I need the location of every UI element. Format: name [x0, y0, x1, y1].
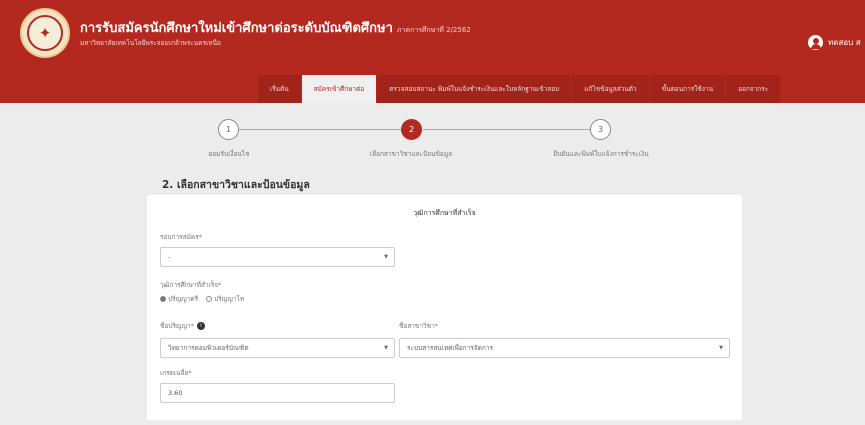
step-1-circle: 1	[218, 119, 239, 140]
info-icon[interactable]: i	[196, 322, 205, 330]
main-nav-tabs: เริ่มต้น สมัครเข้าศึกษาต่อ ตรวจสอบสถานะ …	[258, 75, 782, 103]
step-2-label: เลือกสาขาวิชาและป้อนข้อมูล	[369, 150, 453, 158]
section-title: 2. เลือกสาขาวิชาและป้อนข้อมูล	[162, 179, 310, 191]
major-value: ระบบสารสนเทศเพื่อการจัดการ	[407, 344, 493, 352]
chevron-down-icon: ▼	[384, 254, 388, 260]
user-menu[interactable]: ทดสอบ ส	[808, 35, 861, 50]
radio-unchecked-icon	[206, 296, 213, 302]
step-3-label: ยืนยันและพิมพ์ใบแจ้งการชำระเงิน	[553, 150, 649, 158]
app-header: ✦ การรับสมัครนักศึกษาใหม่เข้าศึกษาต่อระด…	[0, 0, 865, 103]
gpa-label: เกรดเฉลี่ย*	[160, 369, 192, 377]
radio-bachelor[interactable]: ปริญญาตรี	[160, 294, 198, 304]
university-seal-icon: ✦	[20, 8, 70, 58]
major-label: ชื่อสาขาวิชา*	[399, 322, 438, 330]
form-card: วุฒิการศึกษาที่สำเร็จ รอบการสมัคร* - ▼ ว…	[147, 195, 742, 420]
tab-logout[interactable]: ออกจากระ	[726, 75, 782, 103]
major-select[interactable]: ระบบสารสนเทศเพื่อการจัดการ ▼	[399, 338, 730, 358]
progress-stepper: 1 2 3 ยอมรับเงื่อนไข เลือกสาขาวิชาและป้อ…	[0, 117, 865, 165]
tab-edit-profile[interactable]: แก้ไขข้อมูลส่วนตัว	[572, 75, 650, 103]
chevron-down-icon: ▼	[384, 345, 388, 351]
step-3-circle: 3	[590, 119, 611, 140]
step-connector	[239, 129, 401, 130]
user-circle-icon	[808, 35, 823, 50]
radio-master-label: ปริญญาโท	[214, 295, 245, 303]
tab-start[interactable]: เริ่มต้น	[258, 75, 302, 103]
card-title: วุฒิการศึกษาที่สำเร็จ	[413, 209, 476, 217]
tab-apply[interactable]: สมัครเข้าศึกษาต่อ	[301, 75, 378, 103]
step-connector	[423, 129, 590, 130]
qualification-radio-group: ปริญญาตรี ปริญญาโท	[160, 294, 244, 304]
tab-check-status[interactable]: ตรวจสอบสถานะ พิมพ์ใบแจ้งชำระเงินและใบหลั…	[377, 75, 573, 103]
round-select[interactable]: - ▼	[160, 247, 395, 267]
page-title: การรับสมัครนักศึกษาใหม่เข้าศึกษาต่อระดับ…	[80, 17, 471, 38]
term-label: ภาคการศึกษาที่ 2/2562	[396, 26, 471, 34]
user-name: ทดสอบ ส	[828, 38, 861, 47]
radio-bachelor-label: ปริญญาตรี	[168, 295, 199, 303]
round-value: -	[168, 253, 171, 261]
degree-label-text: ชื่อปริญญา*	[160, 322, 194, 330]
university-name: มหาวิทยาลัยเทคโนโลยีพระจอมเกล้าพระนครเหน…	[80, 39, 221, 47]
degree-value: วิทยาการคอมพิวเตอร์บัณฑิต	[168, 344, 249, 352]
step-2-circle: 2	[401, 119, 422, 140]
degree-select[interactable]: วิทยาการคอมพิวเตอร์บัณฑิต ▼	[160, 338, 395, 358]
step-1-label: ยอมรับเงื่อนไข	[208, 150, 250, 158]
gpa-input[interactable]: 3.60	[160, 383, 395, 403]
radio-checked-icon	[160, 296, 166, 302]
chevron-down-icon: ▼	[719, 345, 723, 351]
qualification-label: วุฒิการศึกษาที่สำเร็จ*	[160, 281, 222, 289]
radio-master[interactable]: ปริญญาโท	[206, 294, 244, 304]
title-text: การรับสมัครนักศึกษาใหม่เข้าศึกษาต่อระดับ…	[80, 21, 393, 36]
round-label: รอบการสมัคร*	[160, 233, 202, 241]
degree-label: ชื่อปริญญา* i	[160, 321, 205, 331]
tab-how-to-use[interactable]: ขั้นตอนการใช้งาน	[649, 75, 727, 103]
